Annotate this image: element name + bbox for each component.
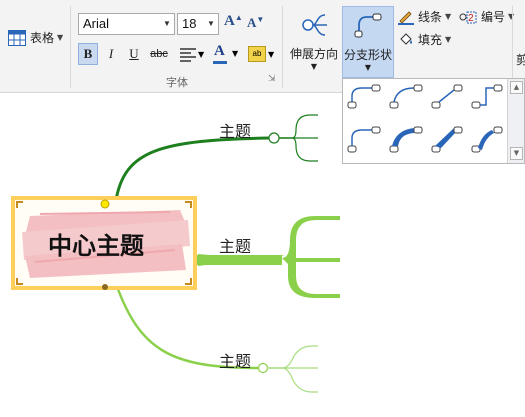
group-divider [282, 6, 283, 88]
font-size-value: 18 [182, 16, 197, 31]
italic-button[interactable]: I [101, 43, 121, 65]
group-divider [70, 6, 71, 88]
stretch-direction-dropdown-icon[interactable]: ▼ [287, 62, 341, 71]
bold-button[interactable]: B [78, 43, 98, 65]
group-divider [512, 6, 513, 88]
align-dropdown-icon[interactable]: ▼ [198, 50, 204, 59]
highlight-glyph: ab [252, 49, 262, 58]
bold-glyph: B [83, 46, 93, 61]
highlight-icon: ab [248, 46, 266, 62]
branch-shape-option-tapered-straight [431, 126, 463, 153]
branch-shape-button[interactable]: 分支形状 ▼ [342, 6, 394, 78]
branch-shape-panel: ▲ ▼ [342, 78, 525, 164]
pencil-line-icon [398, 10, 414, 25]
strikethrough-glyph: abc [150, 48, 168, 60]
italic-glyph: I [108, 46, 114, 61]
branch-shape-dropdown-icon[interactable]: ▼ [343, 63, 393, 72]
branch-bottom-connector [257, 362, 269, 374]
branch-top [114, 136, 271, 201]
shrink-arrow-icon: ▼ [256, 15, 265, 24]
branch-shape-option-elbow [471, 84, 503, 109]
line-dropdown-icon[interactable]: ▼ [445, 12, 451, 21]
branch-shape-options [347, 84, 503, 153]
line-label: 线条 [418, 10, 443, 24]
stretch-direction-button[interactable]: 伸展方向 ▼ [287, 6, 341, 78]
font-size-dropdown-icon[interactable]: ▼ [204, 14, 218, 34]
branch-top-sub-3 [279, 137, 318, 162]
underline-glyph: U [129, 46, 139, 61]
branch-shape-icon [354, 13, 382, 38]
svg-text:2: 2 [468, 13, 474, 24]
fill-label: 填充 [418, 33, 443, 47]
font-name-select[interactable]: Arial ▼ [78, 13, 175, 35]
branch-middle-fork [282, 216, 340, 298]
topic-label-middle[interactable]: 主题 [219, 233, 251, 257]
scroll-up-arrow-icon[interactable]: ▲ [510, 81, 523, 94]
central-topic-handle-top [100, 199, 110, 209]
table-dropdown-icon[interactable]: ▼ [57, 33, 63, 42]
stretch-direction-icon [302, 14, 327, 36]
scroll-down-arrow-icon[interactable]: ▼ [510, 147, 523, 160]
font-name-dropdown-icon[interactable]: ▼ [160, 14, 174, 34]
align-left-icon [180, 48, 196, 62]
branch-shape-option-curved [389, 84, 423, 109]
shrink-font-glyph: A [247, 15, 257, 30]
font-color-glyph: A [214, 43, 225, 59]
table-button[interactable]: 表格 ▼ [8, 29, 63, 46]
stretch-direction-label: 伸展方向 [289, 47, 338, 61]
underline-button[interactable]: U [124, 43, 144, 65]
grow-font-glyph: A [224, 13, 235, 29]
shrink-font-button[interactable]: A▼ [247, 15, 265, 37]
branch-shape-option-rounded-thick [347, 126, 381, 153]
table-label: 表格 [30, 31, 55, 45]
branch-top-connector [268, 132, 280, 144]
highlight-button[interactable]: ab ▼ [246, 44, 278, 66]
highlight-dropdown-icon[interactable]: ▼ [268, 50, 274, 59]
numbering-icon: 2 [459, 11, 477, 24]
line-button[interactable]: 线条 ▼ [398, 8, 451, 25]
font-color-swatch [213, 61, 227, 64]
font-size-select[interactable]: 18 ▼ [177, 13, 219, 35]
numbering-label: 编号 [481, 10, 506, 24]
branch-shape-option-straight [431, 84, 463, 109]
topic-label-bottom[interactable]: 主题 [219, 348, 251, 372]
fill-dropdown-icon[interactable]: ▼ [445, 35, 451, 44]
panel-scrollbar[interactable]: ▲ ▼ [507, 79, 524, 163]
branch-shape-option-rounded-thin [347, 84, 381, 109]
topic-label-top[interactable]: 主题 [219, 118, 251, 142]
numbering-button[interactable]: 2 编号 ▼ [459, 8, 514, 25]
font-color-dropdown-icon[interactable]: ▼ [232, 49, 238, 58]
central-topic-handle-bottom [102, 284, 108, 290]
paint-bucket-icon [400, 32, 412, 45]
font-name-value: Arial [83, 16, 110, 31]
align-button[interactable]: ▼ [178, 45, 206, 65]
branch-shape-label: 分支形状 [343, 48, 392, 62]
strikethrough-button[interactable]: abc [146, 43, 172, 65]
branch-bottom-sub-3 [267, 367, 318, 393]
grow-font-button[interactable]: A▲ [224, 13, 243, 35]
branch-top-sub-1 [279, 114, 318, 139]
fill-button[interactable]: 填充 ▼ [398, 31, 451, 48]
central-topic-label[interactable]: 中心主题 [48, 226, 144, 261]
table-icon [8, 29, 26, 46]
font-color-button[interactable]: A ▼ [211, 43, 241, 65]
cut-label-partial[interactable]: 剪 [516, 51, 525, 68]
branch-shape-option-tapered-curve [389, 126, 423, 153]
font-dialog-launcher-icon[interactable]: ⇲ [268, 74, 276, 84]
branch-bottom-sub-1 [267, 345, 318, 369]
font-group-label: 字体 [166, 76, 188, 89]
grow-arrow-icon: ▲ [234, 13, 243, 22]
branch-shape-option-tapered-elbow [471, 126, 503, 153]
